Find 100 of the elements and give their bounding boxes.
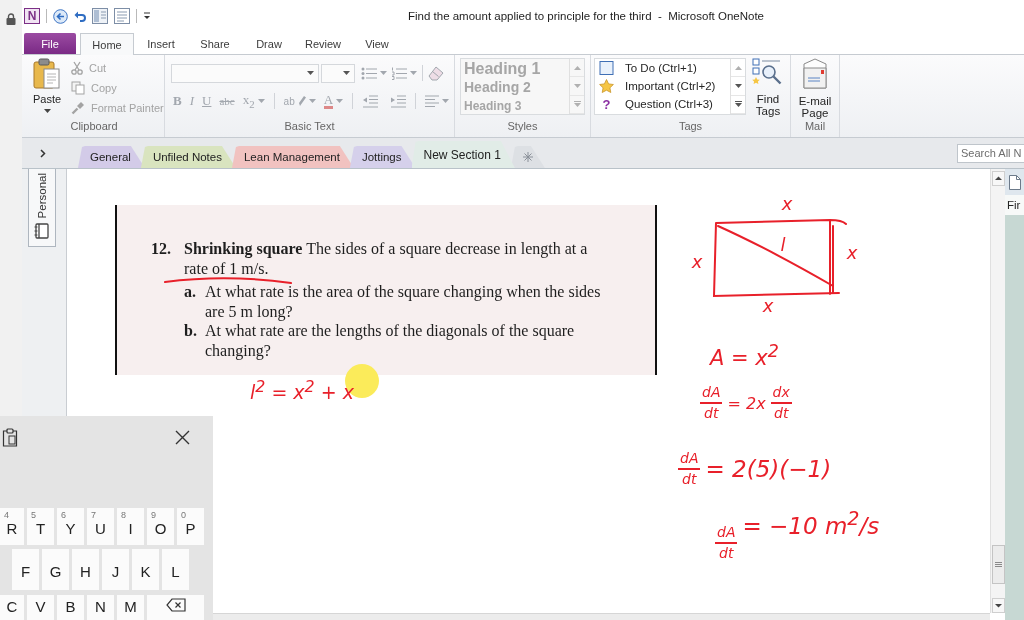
section-tab[interactable]: New Section 1 [411, 141, 515, 168]
backspace-key[interactable] [147, 595, 204, 620]
caret-icon [257, 99, 265, 103]
key-number-hint: 8 [121, 510, 126, 520]
clipboard-icon [33, 58, 61, 90]
keyboard-key[interactable]: V [27, 595, 54, 620]
bullet-list-icon [361, 66, 377, 80]
handwritten-text: = −10 m$^{2}$/s [742, 507, 880, 539]
caret-icon [442, 99, 450, 103]
keyboard-key[interactable]: J [102, 549, 129, 590]
part-text: At what rate are the lengths of the diagonals of the square changing? [205, 321, 576, 360]
handwritten-text: l$^{2}$ = x$^{2}$ + x [250, 377, 354, 404]
star-icon [599, 79, 614, 93]
keyboard-key[interactable]: C [0, 595, 24, 620]
new-section-tab[interactable] [510, 146, 545, 168]
chevron-right-icon[interactable] [40, 148, 46, 158]
keyboard-key[interactable]: F [12, 549, 39, 590]
part-label: b. [184, 321, 198, 341]
keyboard-key[interactable]: O 9 [147, 508, 174, 545]
ribbon-tab[interactable]: Home [80, 33, 134, 55]
numbered-list-icon [391, 66, 407, 80]
close-icon[interactable] [175, 430, 190, 445]
keyboard-key[interactable]: T 5 [27, 508, 54, 545]
caret-up-icon [573, 65, 581, 70]
keyboard-key[interactable]: R 4 [0, 508, 24, 545]
envelope-icon [800, 58, 830, 90]
caret-icon [380, 71, 387, 75]
keyboard-key[interactable]: Y 6 [57, 508, 84, 545]
key-number-hint: 4 [4, 510, 9, 520]
ribbon-tab[interactable]: View [350, 33, 404, 54]
group-label: Styles [507, 119, 538, 134]
scroll-up-icon[interactable] [991, 171, 1005, 186]
page-tab[interactable]: Fir [1005, 195, 1024, 215]
page-icon [1008, 174, 1021, 190]
caret-down-icon [573, 84, 581, 88]
window-title: Find the amount applied to principle for the third - Microsoft OneNote [406, 10, 765, 22]
problem-text: Shrinking square The sides of a square decrease in length at a rate of 1 m/s. [184, 239, 589, 278]
handwritten-text: = 2(5)(−1) [705, 456, 832, 483]
checkbox-icon [599, 61, 614, 75]
app-logo[interactable]: N [24, 8, 40, 24]
key-number-hint: 5 [31, 510, 36, 520]
ribbon-tab[interactable]: Draw [242, 33, 296, 54]
handwritten-fraction: dA dt [678, 451, 701, 488]
keyboard-key[interactable]: P 0 [177, 508, 204, 545]
page-view-icon[interactable] [114, 8, 130, 24]
ribbon-tab[interactable]: Insert [134, 33, 188, 54]
new-page-button[interactable] [1005, 169, 1024, 195]
ribbon-tab[interactable]: Share [188, 33, 242, 54]
group-label: Tags [678, 119, 703, 134]
paste-button[interactable]: Paste [31, 58, 63, 116]
part-label: a. [184, 282, 197, 302]
side-label: x [781, 193, 793, 214]
keyboard-key[interactable]: B [57, 595, 84, 620]
scroll-down-icon[interactable] [991, 598, 1005, 613]
group-label: Basic Text [284, 119, 335, 134]
sparkle-icon [522, 152, 533, 162]
dock-icon[interactable] [92, 8, 108, 24]
handwritten-text: = 2x [727, 393, 766, 413]
keyboard-key[interactable]: U 7 [87, 508, 114, 545]
side-label: x [762, 295, 774, 316]
keyboard-key[interactable]: I 8 [117, 508, 144, 545]
handwritten-text: A = x$^{2}$ [710, 341, 779, 370]
keyboard-key[interactable]: M [117, 595, 144, 620]
back-icon[interactable] [53, 8, 68, 24]
problem-number: 12. [151, 239, 172, 259]
tag-item[interactable]: Important (Ctrl+2) [595, 77, 730, 95]
keyboard-key[interactable]: L [162, 549, 189, 590]
scissors-icon [71, 61, 83, 75]
find-tags-button[interactable]: Find Tags [748, 58, 788, 116]
question-icon: ? [599, 96, 614, 112]
keyboard-key[interactable]: G [42, 549, 69, 590]
keyboard-key[interactable]: K [132, 549, 159, 590]
side-label: x [691, 251, 703, 272]
caret-icon [343, 71, 350, 75]
caret-icon [336, 99, 344, 103]
notebook-tab[interactable]: Personal [28, 169, 56, 247]
caret-icon [308, 99, 316, 103]
scrollbar-thumb[interactable] [991, 545, 1005, 584]
caret-up-icon [734, 65, 742, 70]
tag-item[interactable]: To Do (Ctrl+1) [595, 59, 730, 77]
more-icon [734, 101, 742, 108]
align-icon [425, 95, 440, 107]
search-field[interactable]: Search All N [957, 143, 1024, 163]
handwritten-fraction: dA dt [715, 525, 738, 562]
clipboard-icon[interactable] [2, 428, 18, 447]
handwritten-fraction: dx dt [770, 385, 792, 422]
keyboard-key[interactable]: N [87, 595, 114, 620]
marker-icon [297, 95, 306, 107]
key-number-hint: 7 [91, 510, 96, 520]
customize-icon[interactable] [143, 11, 151, 21]
key-number-hint: 9 [151, 510, 156, 520]
keyboard-key[interactable]: H [72, 549, 99, 590]
brush-icon [71, 101, 85, 115]
caret-icon [307, 71, 314, 75]
file-menu-button[interactable]: File [24, 33, 76, 54]
caret-icon [43, 109, 51, 113]
ribbon-tab[interactable]: Review [296, 33, 350, 54]
notebook-icon [34, 223, 50, 240]
undo-icon[interactable] [74, 10, 86, 22]
tag-item[interactable]: ? Question (Ctrl+3) [595, 95, 730, 113]
